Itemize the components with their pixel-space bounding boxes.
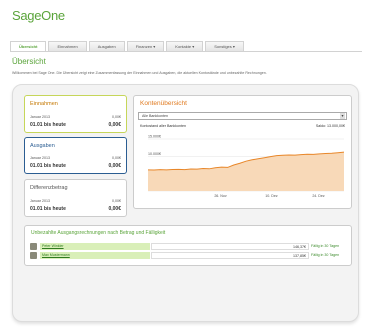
dropdown-arrow-icon[interactable]: ▾ [340, 113, 345, 119]
tab-finanzen[interactable]: Finanzen ▾ [126, 41, 165, 51]
logo-one-text: One [41, 8, 65, 23]
invoice-customer-link[interactable]: Max Mustermann [40, 252, 150, 259]
invoice-document-icon [30, 252, 37, 259]
difference-total-label: 01.01 bis heute [30, 206, 66, 212]
invoice-amount: 146,37€ [151, 243, 309, 250]
income-period-value: 0,00€ [112, 115, 121, 119]
difference-title: Differenzbetrag [30, 185, 68, 191]
sageone-logo[interactable]: SageOne [12, 8, 65, 23]
chart-x-tick-label: 24. Dez [312, 194, 325, 198]
chart-x-tick-label: 26. Nov [214, 194, 227, 198]
logo-sage-text: Sage [12, 8, 42, 23]
chart-x-tick-label: 10. Dez [265, 194, 278, 198]
tab-sonstiges[interactable]: Sonstiges ▾ [205, 41, 244, 51]
difference-card[interactable]: Differenzbetrag Januar 2013 0,00€ 01.01 … [24, 179, 127, 217]
unpaid-invoices-title: Unbezahlte Ausgangsrechnungen nach Betra… [31, 230, 166, 236]
invoice-due: Fällig in 30 Tagen [311, 253, 340, 257]
expense-period-label: Januar 2013 [30, 156, 50, 160]
tab-ausgaben[interactable]: Ausgaben [88, 41, 125, 51]
income-total-label: 01.01 bis heute [30, 122, 66, 128]
invoice-row: Max Mustermann 137,85€ Fällig in 30 Tage… [30, 252, 346, 259]
income-total-row: 01.01 bis heute 0,00€ [30, 122, 121, 128]
balance-saldo: Saldo: 13.000,00€ [315, 124, 345, 128]
invoice-due: Fällig in 30 Tagen [311, 244, 340, 248]
tab-kontakte[interactable]: Kontakte ▾ [166, 41, 204, 51]
intro-text: Willkommen bei Sage One. Die Übersicht z… [12, 71, 267, 75]
page-title: Übersicht [12, 57, 46, 66]
difference-period-label: Januar 2013 [30, 199, 50, 203]
tab-uebersicht[interactable]: Übersicht [10, 41, 47, 51]
expense-card[interactable]: Ausgaben Januar 2013 0,00€ 01.01 bis heu… [24, 137, 127, 174]
account-overview: Kontenübersicht Alle Bankkonten ▾ Kontos… [133, 95, 352, 209]
income-title: Einnahmen [30, 101, 58, 107]
invoice-customer-link[interactable]: Peter Winkler [40, 243, 150, 250]
invoice-amount: 137,85€ [151, 252, 309, 259]
account-select[interactable]: Alle Bankkonten ▾ [138, 112, 347, 120]
income-total-value: 0,00€ [108, 122, 121, 128]
income-period-row: Januar 2013 0,00€ [30, 115, 121, 119]
difference-total-value: 0,00€ [108, 206, 121, 212]
tab-einnahmen[interactable]: Einnahmen [48, 41, 87, 51]
invoice-document-icon [30, 243, 37, 250]
chart-y-tick-label: 15.000€ [148, 135, 161, 139]
balance-chart: 15.000€10.000€5.000€0€26. Nov10. Dez24. … [146, 133, 346, 200]
difference-total-row: 01.01 bis heute 0,00€ [30, 206, 121, 212]
account-select-value: Alle Bankkonten [142, 114, 168, 118]
balance-sum-label: Kontostand aller Bankkonten [140, 124, 186, 128]
expense-title: Ausgaben [30, 143, 55, 149]
balance-chart-svg: 15.000€10.000€5.000€0€26. Nov10. Dez24. … [147, 135, 345, 198]
difference-period-row: Januar 2013 0,00€ [30, 199, 121, 203]
income-period-label: Januar 2013 [30, 115, 50, 119]
expense-period-row: Januar 2013 0,00€ [30, 156, 121, 160]
chart-y-tick-label: 10.000€ [148, 152, 161, 156]
difference-period-value: 0,00€ [112, 199, 121, 203]
expense-period-value: 0,00€ [112, 156, 121, 160]
tab-divider [10, 51, 362, 52]
unpaid-invoices: Unbezahlte Ausgangsrechnungen nach Betra… [24, 225, 352, 266]
main-navigation: Übersicht Einnahmen Ausgaben Finanzen ▾ … [10, 41, 362, 51]
account-overview-title: Kontenübersicht [140, 100, 187, 107]
expense-total-label: 01.01 bis heute [30, 163, 66, 169]
expense-total-row: 01.01 bis heute 0,00€ [30, 163, 121, 169]
expense-total-value: 0,00€ [108, 163, 121, 169]
invoice-row: Peter Winkler 146,37€ Fällig in 30 Tagen [30, 243, 346, 250]
chart-area-fill [148, 152, 344, 191]
income-card[interactable]: Einnahmen Januar 2013 0,00€ 01.01 bis he… [24, 95, 127, 133]
